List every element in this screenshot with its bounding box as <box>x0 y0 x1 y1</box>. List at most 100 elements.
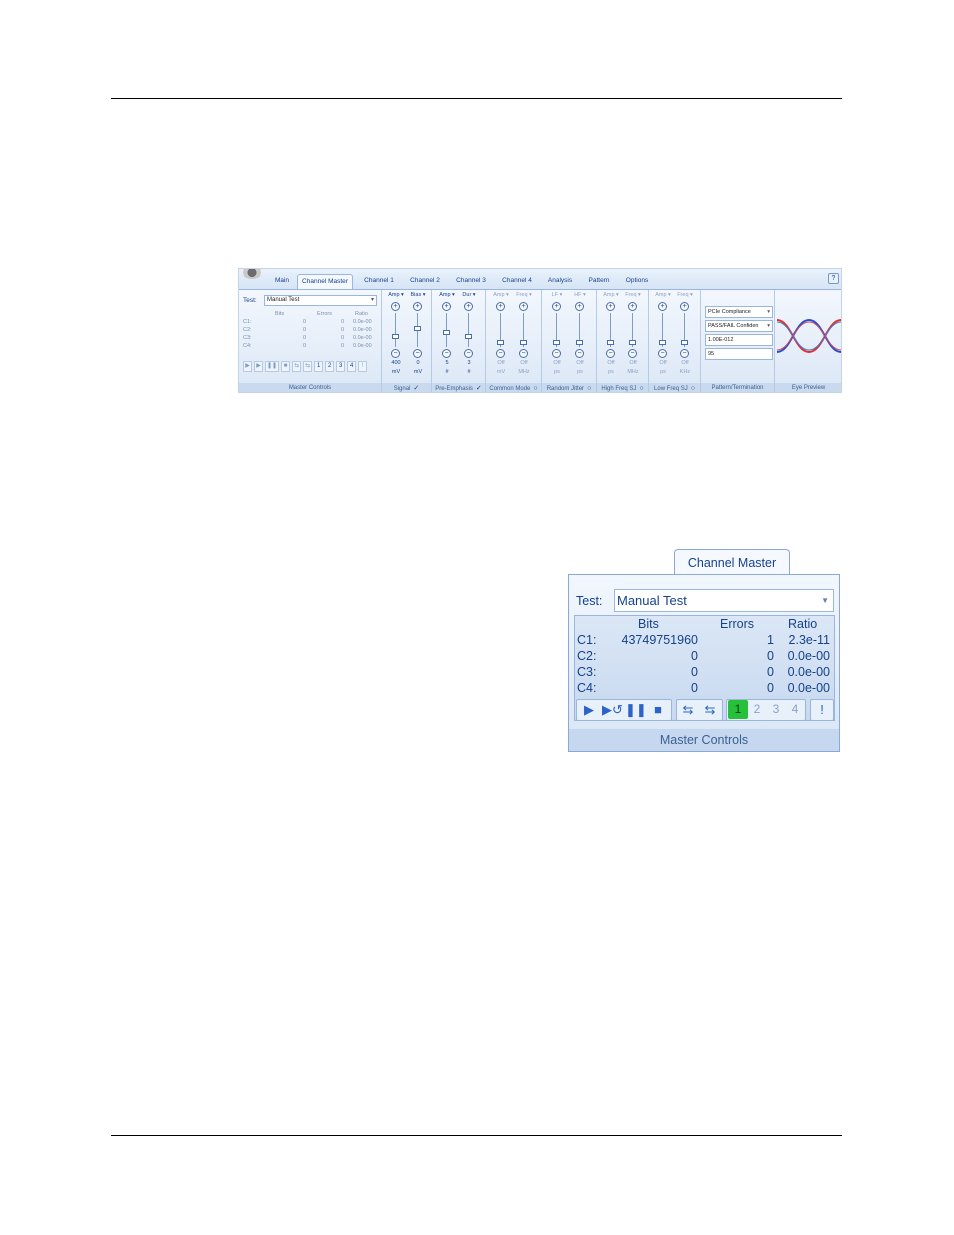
plus-icon[interactable]: + <box>658 302 667 311</box>
minus-icon[interactable]: − <box>628 349 637 358</box>
sync-icon[interactable]: ⇆ <box>292 360 302 372</box>
channel-button-2[interactable]: 2 <box>325 360 335 372</box>
slider-signal-bias[interactable]: Bias ▾ + − 0 mV <box>407 290 429 380</box>
plus-icon[interactable]: + <box>606 302 615 311</box>
table-row: C2: 0 0 0.0e-00 <box>243 326 377 334</box>
channel-button-3[interactable]: 3 <box>336 360 346 372</box>
row-errors: 0 <box>341 319 345 325</box>
stop-icon[interactable]: ■ <box>281 360 291 372</box>
tab-analysis[interactable]: Analysis <box>542 274 578 289</box>
minus-icon[interactable]: − <box>552 349 561 358</box>
minus-icon[interactable]: − <box>464 349 473 358</box>
enable-toggle-icon[interactable]: ○ <box>639 383 643 392</box>
test-select[interactable]: Manual Test ▼ <box>614 589 834 612</box>
plus-icon[interactable]: + <box>442 302 451 311</box>
sync-all-icon[interactable]: ⇆ <box>303 360 313 372</box>
minus-icon[interactable]: − <box>413 349 422 358</box>
pause-icon[interactable]: ❚❚ <box>265 360 280 372</box>
tab-channel-master[interactable]: Channel Master <box>297 274 353 289</box>
row-channel: C2: <box>243 327 252 333</box>
header-ratio: Ratio <box>355 311 368 317</box>
plus-icon[interactable]: + <box>413 302 422 311</box>
minus-icon[interactable]: − <box>606 349 615 358</box>
help-icon[interactable]: ? <box>828 273 839 284</box>
slider-random-jitter-hf[interactable]: HF ▾ + − Off ps <box>569 290 591 380</box>
channel-button-1[interactable]: 1 <box>728 700 748 719</box>
channel-button-2[interactable]: 2 <box>747 700 767 719</box>
minus-icon[interactable]: − <box>442 349 451 358</box>
enabled-check-icon[interactable]: ✓ <box>476 383 482 392</box>
test-label: Test: <box>243 297 257 304</box>
minus-icon[interactable]: − <box>575 349 584 358</box>
channel-button-1[interactable]: 1 <box>314 360 324 372</box>
minus-icon[interactable]: − <box>519 349 528 358</box>
tab-channel-4[interactable]: Channel 4 <box>497 274 537 289</box>
group-caption: Master Controls <box>239 383 381 392</box>
mode-select[interactable]: PASS/FAIL Confiden ▾ <box>705 320 773 332</box>
plus-icon[interactable]: + <box>628 302 637 311</box>
plus-icon[interactable]: + <box>464 302 473 311</box>
master-toolbar: ▶ ▶↺ ❚❚ ■ ⇆ ⇆ 1 2 3 4 ! <box>576 699 835 721</box>
slider-high-freq-sj-freq[interactable]: Freq ▾ + − Off MHz <box>622 290 644 380</box>
play-icon[interactable]: ▶ <box>579 700 599 719</box>
row-ratio: 0.0e-00 <box>353 319 372 325</box>
tab-channel-3[interactable]: Channel 3 <box>451 274 491 289</box>
channel-button-3[interactable]: 3 <box>766 700 786 719</box>
enable-toggle-icon[interactable]: ○ <box>587 383 591 392</box>
slider-random-jitter-lf[interactable]: LF ▾ + − Off ps <box>546 290 568 380</box>
tab-channel-2[interactable]: Channel 2 <box>405 274 445 289</box>
confidence-field[interactable]: 95 <box>705 348 773 360</box>
minus-icon[interactable]: − <box>391 349 400 358</box>
step-icon[interactable]: ▶ <box>254 360 263 372</box>
minus-icon[interactable]: − <box>496 349 505 358</box>
sync-icon[interactable]: ⇆ <box>678 700 698 719</box>
plus-icon[interactable]: + <box>391 302 400 311</box>
slider-common-mode-amp[interactable]: Amp ▾ + − Off mV <box>490 290 512 380</box>
plus-icon[interactable]: + <box>680 302 689 311</box>
group-caption: Eye Preview <box>775 383 841 392</box>
channel-button-4[interactable]: 4 <box>347 360 357 372</box>
enable-toggle-icon[interactable]: ○ <box>691 383 695 392</box>
ber-field[interactable]: 1.00E-012 <box>705 334 773 346</box>
chevron-down-icon: ▾ <box>767 309 770 315</box>
slider-common-mode-freq[interactable]: Freq ▾ + − Off MHz <box>513 290 535 380</box>
test-select[interactable]: Manual Test ▾ <box>264 295 377 306</box>
channel-button-4[interactable]: 4 <box>785 700 805 719</box>
tab-channel-master[interactable]: Channel Master <box>674 549 790 575</box>
row-errors: 0 <box>767 665 774 679</box>
slider-signal-amp[interactable]: Amp ▾ + − 400 mV <box>385 290 407 380</box>
tab-options[interactable]: Options <box>620 274 654 289</box>
table-row: C2: 0 0 0.0e-00 <box>575 648 834 664</box>
stop-icon[interactable]: ■ <box>648 700 668 719</box>
pause-icon[interactable]: ❚❚ <box>625 700 647 719</box>
plus-icon[interactable]: + <box>496 302 505 311</box>
enabled-check-icon[interactable]: ✓ <box>413 383 419 392</box>
slider-low-freq-sj-amp[interactable]: Amp ▾ + − Off ps <box>652 290 674 380</box>
slider-pre-emphasis-amp[interactable]: Amp ▾ + − 5 # <box>436 290 458 380</box>
step-icon[interactable]: ▶↺ <box>602 700 623 719</box>
minus-icon[interactable]: − <box>658 349 667 358</box>
sync-all-icon[interactable]: ⇆ <box>700 700 720 719</box>
tab-pattern[interactable]: Pattern <box>582 274 616 289</box>
pattern-select[interactable]: PCIe Compliance ▾ <box>705 306 773 318</box>
tab-main[interactable]: Main <box>267 274 297 289</box>
row-bits: 43749751960 <box>621 633 698 647</box>
table-row: C4: 0 0 0.0e-00 <box>575 680 834 696</box>
enable-toggle-icon[interactable]: ○ <box>533 383 537 392</box>
play-icon[interactable]: ▶ <box>243 360 252 372</box>
group-signal: Amp ▾ + − 400 mV Bias ▾ + − 0 mV Signal ✓ <box>382 290 432 392</box>
table-row: C1: 43749751960 1 2.3e-11 <box>575 632 834 648</box>
plus-icon[interactable]: + <box>552 302 561 311</box>
info-icon[interactable]: ! <box>358 360 368 372</box>
row-bits: 0 <box>303 335 307 341</box>
group-pattern-termination: PCIe Compliance ▾ PASS/FAIL Confiden ▾ 1.0… <box>701 290 775 392</box>
info-icon[interactable]: ! <box>812 700 832 719</box>
slider-low-freq-sj-freq[interactable]: Freq ▾ + − Off KHz <box>674 290 696 380</box>
tab-channel-1[interactable]: Channel 1 <box>359 274 399 289</box>
slider-high-freq-sj-amp[interactable]: Amp ▾ + − Off ps <box>600 290 622 380</box>
plus-icon[interactable]: + <box>519 302 528 311</box>
minus-icon[interactable]: − <box>680 349 689 358</box>
slider-pre-emphasis-dur[interactable]: Dur ▾ + − 3 # <box>458 290 480 380</box>
plus-icon[interactable]: + <box>575 302 584 311</box>
app-orb-icon[interactable] <box>241 269 263 279</box>
